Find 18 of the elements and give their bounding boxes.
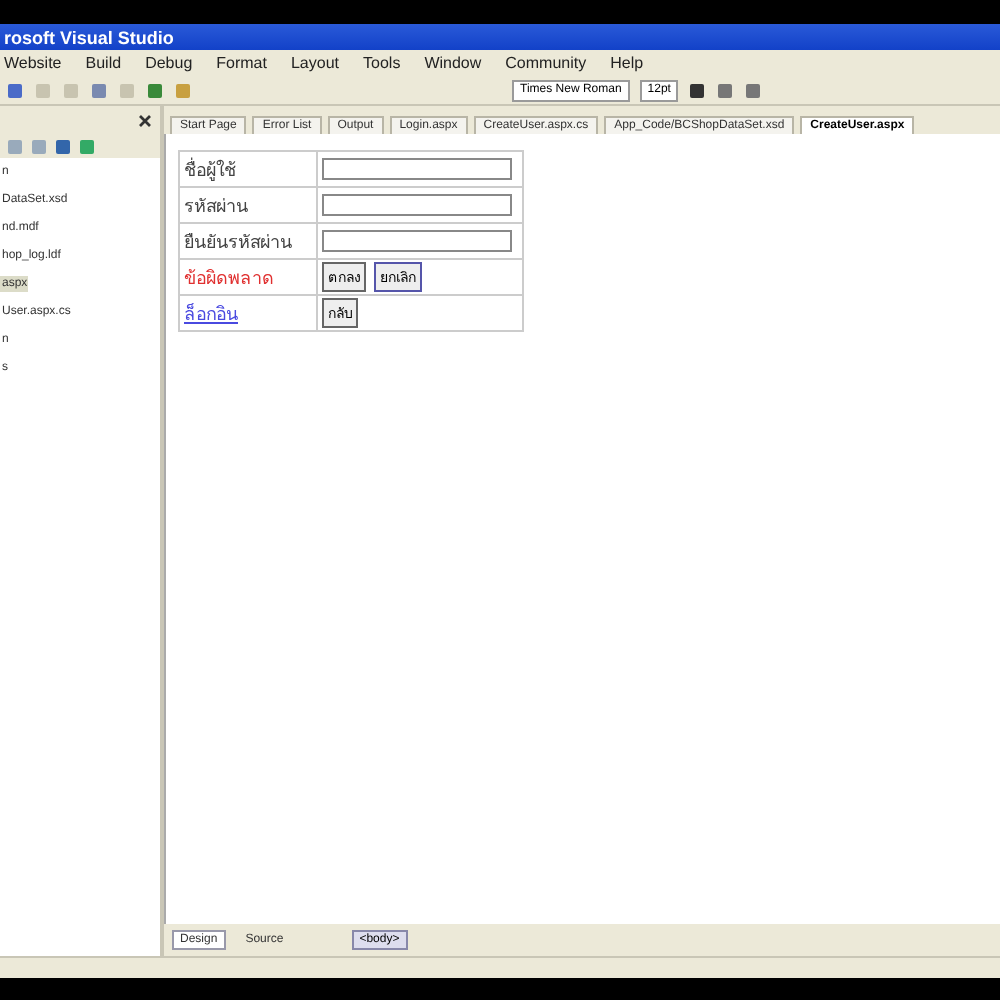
text-field[interactable]: [322, 230, 512, 252]
close-icon[interactable]: [136, 111, 154, 129]
form-label: ข้อผิดพลาด: [184, 267, 274, 287]
form-label: ชื่อผู้ใช้: [184, 159, 236, 179]
menu-item[interactable]: Community: [505, 54, 587, 72]
menu-item[interactable]: Help: [610, 54, 644, 72]
menu-item[interactable]: Debug: [145, 54, 193, 72]
menu-item[interactable]: Build: [85, 54, 122, 72]
text-field[interactable]: [322, 158, 512, 180]
menu-item[interactable]: Window: [424, 54, 482, 72]
menu-item[interactable]: Tools: [363, 54, 401, 72]
menu-item[interactable]: Layout: [290, 54, 340, 72]
menu-item[interactable]: Website: [4, 54, 62, 72]
menu-item[interactable]: Format: [216, 54, 267, 72]
window-title: rosoft Visual Studio: [4, 27, 174, 47]
form-label: ยืนยันรหัสผ่าน: [184, 231, 292, 251]
text-field[interactable]: [322, 194, 512, 216]
form-label: รหัสผ่าน: [184, 195, 248, 215]
